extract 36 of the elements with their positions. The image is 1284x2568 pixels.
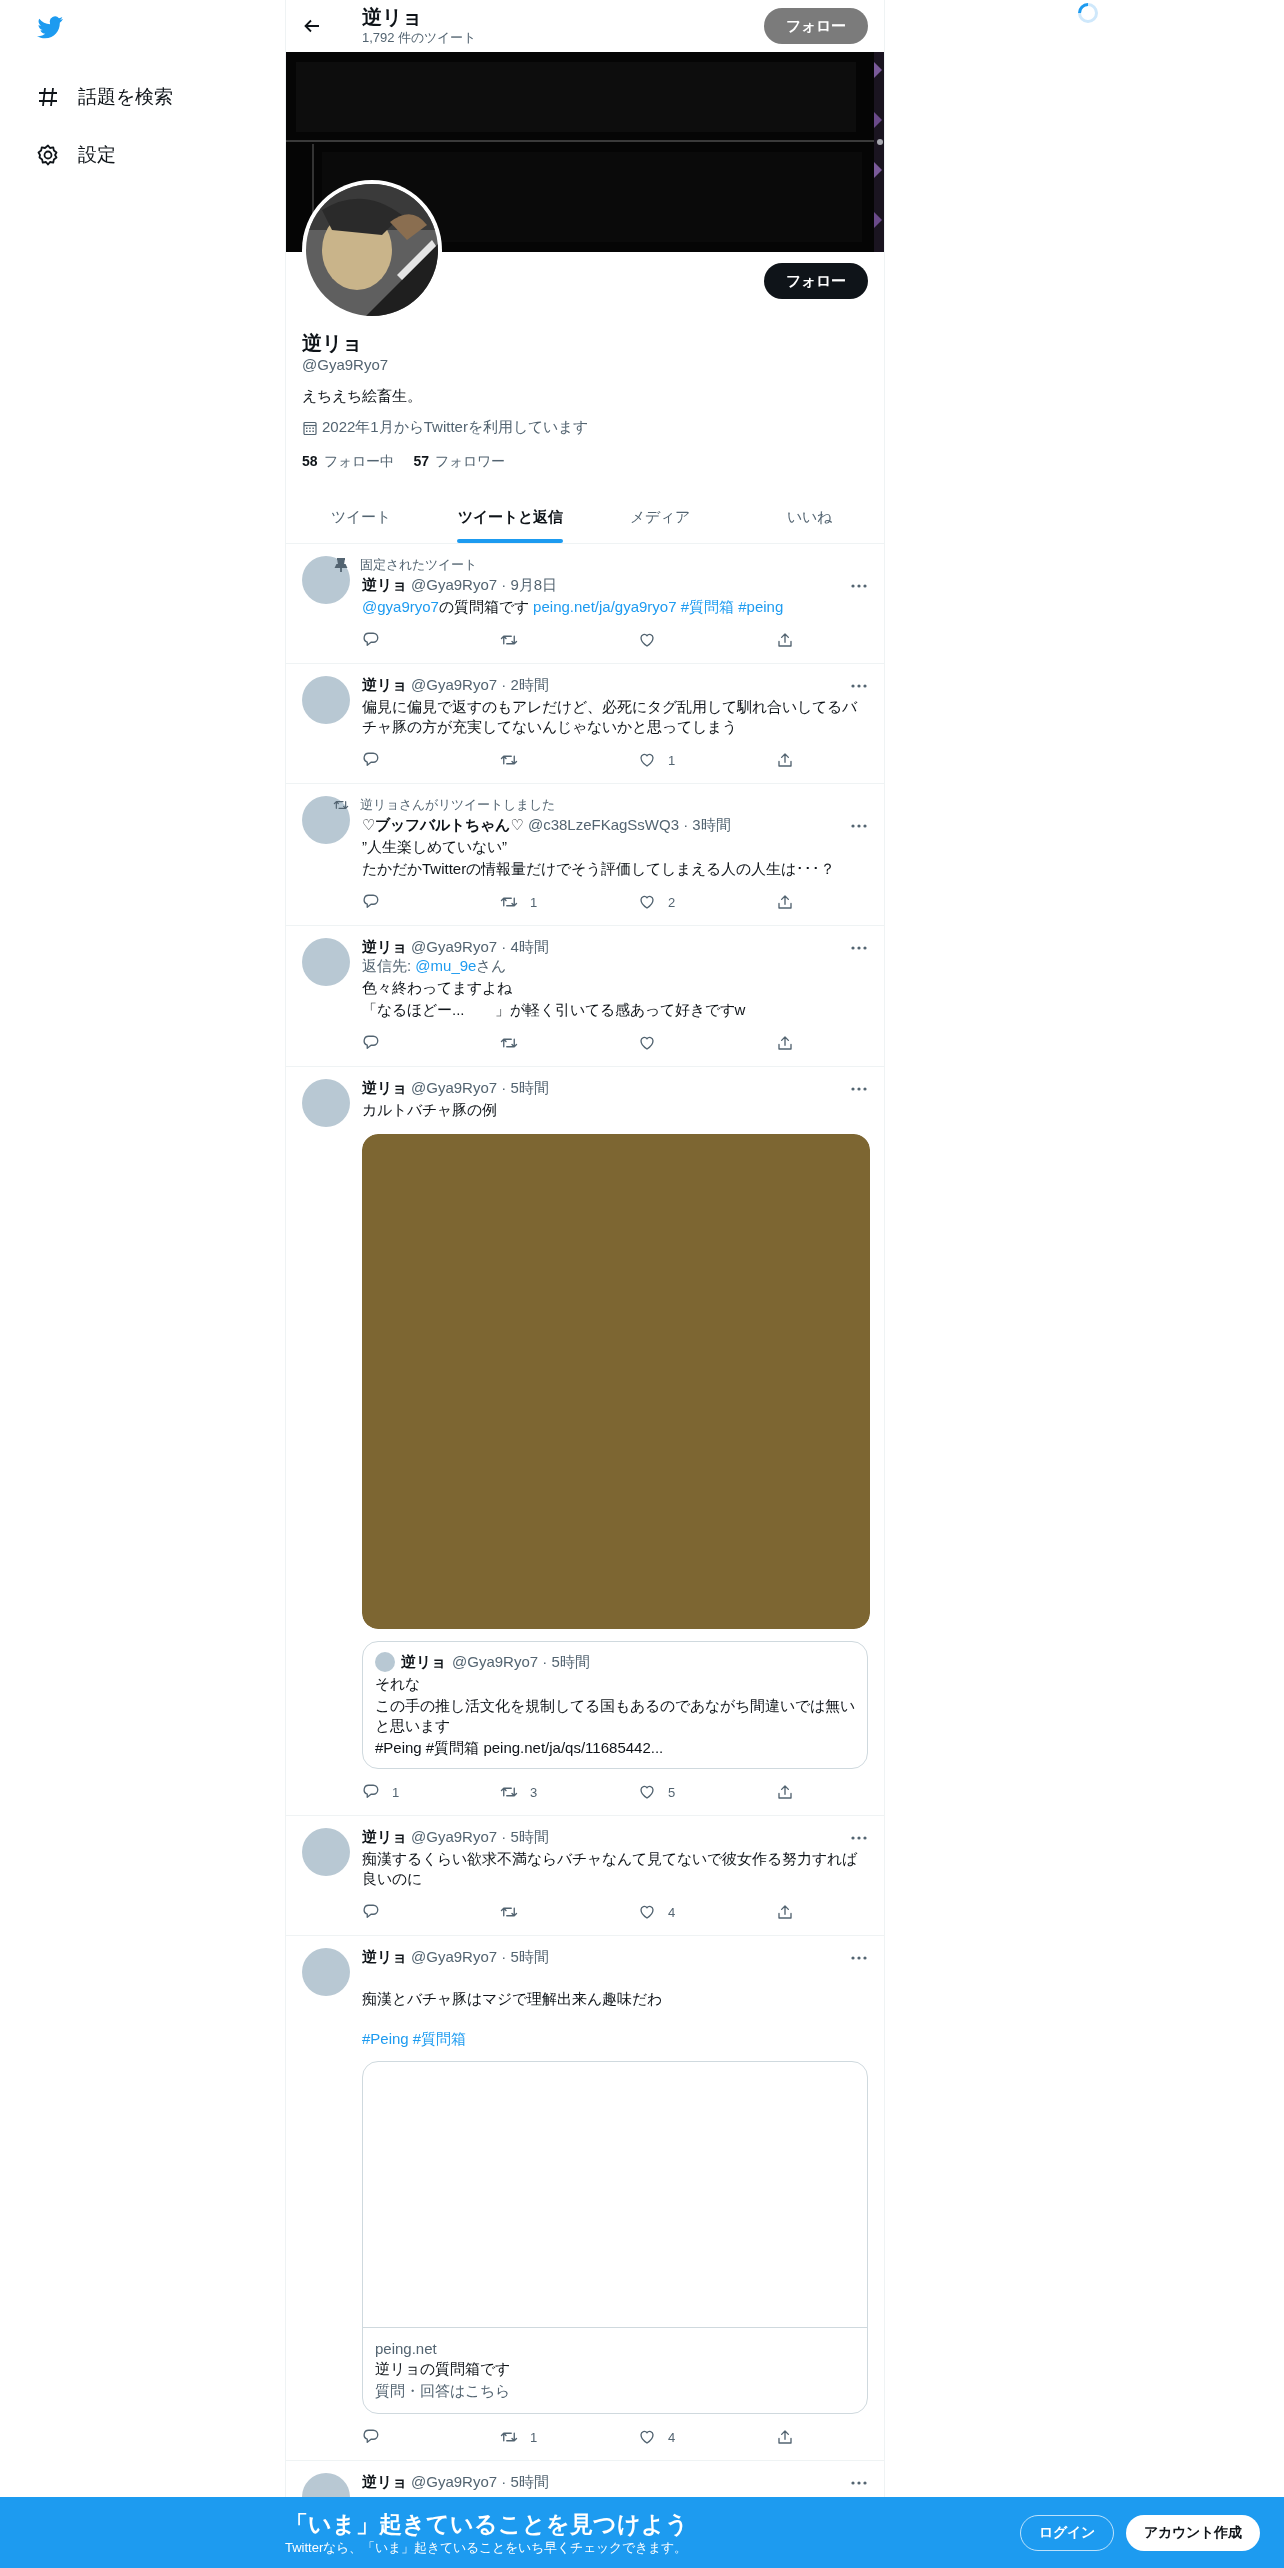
tweet-meta: @Gya9Ryo7 · 5時間 (411, 2473, 550, 2492)
profile-handle: @Gya9Ryo7 (302, 356, 390, 373)
tweet-meta: @c38LzeFKagSsWQ3 · 3時間 (527, 816, 732, 835)
tweet-text: 痴漢とバチャ豚はマジで理解出来ん趣味だわ (362, 1989, 663, 2009)
author-name: 逆リョ (401, 1652, 446, 1672)
tweet-text: 色々終わってますよね (362, 978, 513, 998)
tweet-text: ”人生楽しめていない” (362, 837, 508, 857)
tweet-meta: @Gya9Ryo7 · 5時間 (411, 1948, 550, 1967)
profile-title: 逆リョ (362, 5, 423, 29)
profile-name: 逆リョ (302, 331, 363, 356)
quoted-text: #Peing #質問箱 peing.net/ja/qs/11685442... (375, 1738, 665, 1758)
quoted-text: この手の推し活文化を規制してる国もあるのであながち間違いでは無いと思います (375, 1696, 855, 1736)
banner-title: 「いま」起きていることを見つけよう (285, 2509, 690, 2539)
tweet-text: たかだかTwitterの情報量だけでそう評価してしまえる人の人生は･･･？ (362, 859, 837, 879)
tweet-meta: @Gya9Ryo7 · 5時間 (411, 1828, 550, 1847)
tweet-text: @gya9ryo7の質問箱です peing.net/ja/gya9ryo7 #質問箱 #peing (362, 597, 785, 617)
card-domain: peing.net (375, 2340, 438, 2357)
tweet-meta: @Gya9Ryo7 · 4時間 (411, 938, 550, 957)
join-date: 2022年1月からTwitterを利用しています (322, 418, 588, 437)
tweet-context: 逆リョさんがリツイートしました (360, 796, 555, 814)
tweet-text: カルトバチャ豚の例 (362, 1100, 498, 1120)
tweet-count: 1,792 件のツイート (362, 29, 478, 47)
quoted-text: それな (375, 1674, 421, 1694)
banner-subtitle: Twitterなら、「いま」起きていることをいち早くチェックできます。 (285, 2538, 689, 2557)
card-title: 逆リョの質問箱です (375, 2360, 511, 2379)
tweet-meta: @Gya9Ryo7 · 5時間 (411, 1079, 550, 1098)
tweet-meta: @Gya9Ryo7 · 9月8日 (411, 576, 559, 595)
reply-to: 返信先: @mu_9eさん (362, 957, 508, 976)
tweet-meta: @Gya9Ryo7 · 5時間 (452, 1652, 591, 1672)
tweet-context: 固定されたツイート (360, 556, 477, 574)
tweet-text: 「なるほどー... 」が軽く引いてる感あって好きですw (362, 1000, 747, 1020)
card-description: 質問・回答はこちら (375, 2382, 511, 2401)
tweet-text: 痴漢するくらい欲求不満ならバチャなんて見てないで彼女作る努力すれば良いのに (362, 1849, 858, 1889)
tweet-meta: @Gya9Ryo7 · 2時間 (411, 676, 550, 695)
tweet-text: 偏見に偏見で返すのもアレだけど、必死にタグ乱用して馴れ合いしてるバチャ豚の方が充実してないんじゃないかと思ってしまう (362, 697, 859, 737)
profile-bio: えちえち絵畜生。 (302, 387, 423, 406)
